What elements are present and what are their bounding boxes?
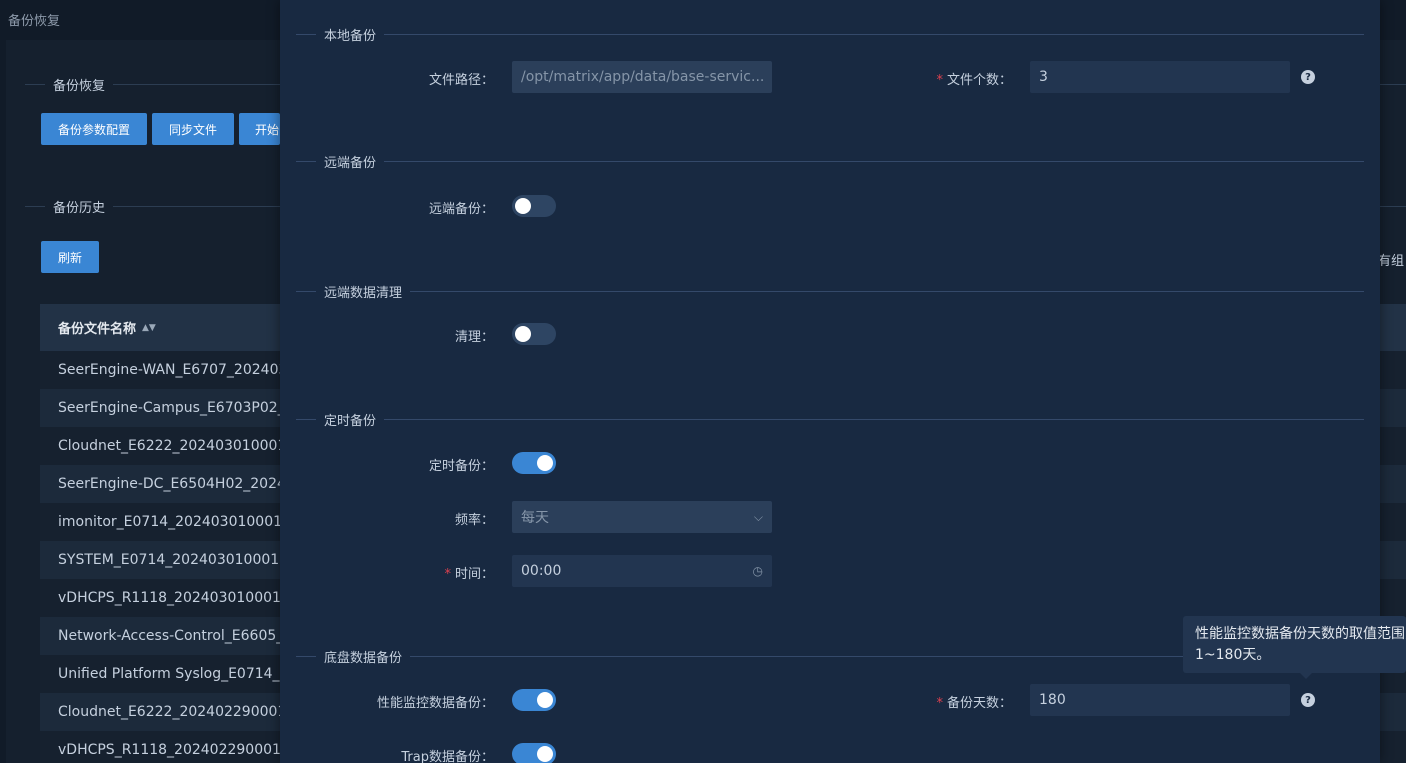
section-remote-cleanup: 远端数据清理 bbox=[296, 281, 1364, 301]
remote-backup-toggle[interactable] bbox=[512, 195, 556, 217]
section-local-backup: 本地备份 bbox=[296, 24, 1364, 44]
tooltip-arrow bbox=[1300, 673, 1312, 679]
section-title: 定时备份 bbox=[324, 413, 377, 429]
section-title: 备份恢复 bbox=[53, 78, 106, 94]
start-button[interactable]: 开始 bbox=[239, 113, 280, 145]
trap-backup-toggle[interactable] bbox=[512, 743, 556, 763]
page-title: 备份恢复 bbox=[8, 14, 61, 29]
question-circle-icon[interactable]: ? bbox=[1301, 693, 1315, 707]
frequency-select[interactable]: 每天 ⌵ bbox=[512, 501, 772, 533]
section-title: 远端数据清理 bbox=[324, 285, 403, 301]
backup-config-button[interactable]: 备份参数配置 bbox=[41, 113, 147, 145]
frequency-label: 频率： bbox=[454, 513, 494, 528]
time-value: 00:00 bbox=[521, 563, 562, 579]
sync-files-button[interactable]: 同步文件 bbox=[152, 113, 234, 145]
refresh-button[interactable]: 刷新 bbox=[41, 241, 99, 273]
trap-backup-label: Trap数据备份： bbox=[401, 750, 494, 763]
cleanup-toggle[interactable] bbox=[512, 323, 556, 345]
section-title: 远端备份 bbox=[324, 155, 377, 171]
scheduled-backup-label: 定时备份： bbox=[428, 459, 494, 474]
section-title: 底盘数据备份 bbox=[324, 650, 403, 666]
perf-backup-label: 性能监控数据备份： bbox=[376, 696, 494, 711]
backup-days-input[interactable]: 180 bbox=[1030, 684, 1290, 716]
backup-days-label: * 备份天数： bbox=[936, 696, 1012, 711]
chevron-down-icon: ⌵ bbox=[753, 509, 763, 524]
file-path-input: /opt/matrix/app/data/base-servic... bbox=[512, 61, 772, 93]
remote-backup-label: 远端备份： bbox=[428, 202, 494, 217]
file-count-label: * 文件个数： bbox=[936, 73, 1012, 88]
clock-icon: ◷ bbox=[752, 564, 763, 578]
file-path-label: 文件路径： bbox=[428, 73, 494, 88]
tooltip-line: 1~180天。 bbox=[1195, 647, 1271, 663]
question-circle-icon[interactable]: ? bbox=[1301, 70, 1315, 84]
partial-text: 有组 bbox=[1378, 254, 1405, 269]
section-title: 备份历史 bbox=[53, 200, 106, 216]
cleanup-label: 清理： bbox=[454, 330, 494, 345]
tooltip-line: 性能监控数据备份天数的取值范围为 bbox=[1195, 626, 1406, 642]
column-header-filename[interactable]: 备份文件名称 bbox=[58, 318, 136, 337]
section-remote-backup: 远端备份 bbox=[296, 151, 1364, 171]
time-picker[interactable]: 00:00 ◷ bbox=[512, 555, 772, 587]
section-title: 本地备份 bbox=[324, 28, 377, 44]
time-label: * 时间： bbox=[444, 567, 494, 582]
section-scheduled-backup: 定时备份 bbox=[296, 409, 1364, 429]
scheduled-backup-toggle[interactable] bbox=[512, 452, 556, 474]
frequency-value: 每天 bbox=[521, 510, 549, 526]
sort-icon[interactable]: ▲▼ bbox=[142, 323, 156, 333]
perf-backup-toggle[interactable] bbox=[512, 689, 556, 711]
backup-days-tooltip: 性能监控数据备份天数的取值范围为 1~180天。 bbox=[1183, 616, 1406, 673]
file-count-input[interactable]: 3 bbox=[1030, 61, 1290, 93]
